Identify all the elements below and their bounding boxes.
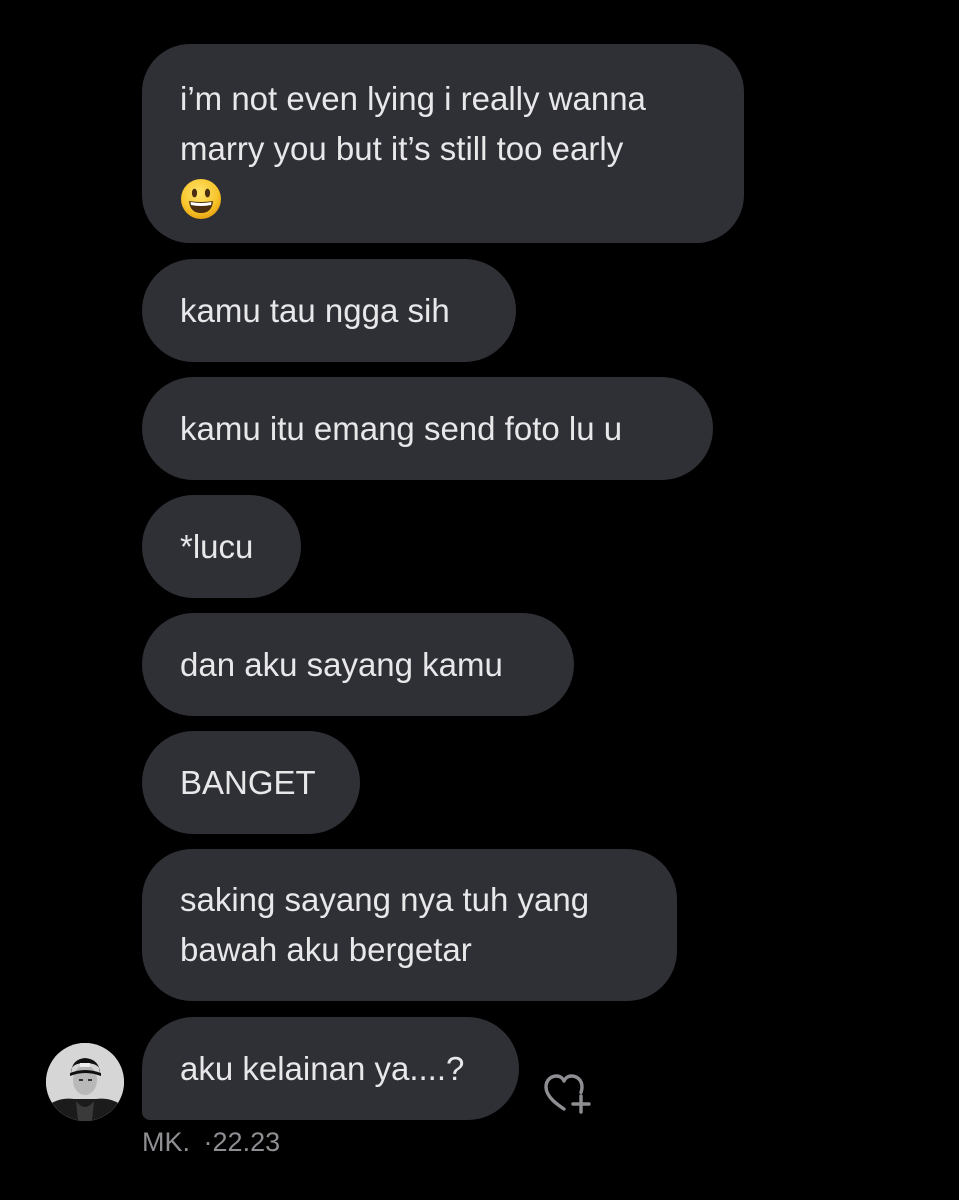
meta-separator: · (203, 1127, 213, 1157)
message-text: BANGET (180, 763, 316, 801)
message-line: marry you but it’s still too early (180, 130, 624, 167)
message-line: bawah aku bergetar (180, 931, 472, 968)
message-bubble[interactable]: kamu tau ngga sih (142, 259, 516, 362)
message-timestamp: 22.23 (212, 1127, 281, 1157)
message-bubble[interactable]: saking sayang nya tuh yang bawah aku ber… (142, 849, 677, 1001)
message-line: i’m not even lying i really wanna (180, 80, 646, 117)
message-bubble[interactable]: *lucu (142, 495, 301, 598)
message-bubble[interactable]: dan aku sayang kamu (142, 613, 574, 716)
message-text: dan aku sayang kamu (180, 645, 503, 683)
message-text: kamu itu emang send foto lu u (180, 409, 623, 447)
message-bubble[interactable]: kamu itu emang send foto lu u (142, 377, 713, 480)
message-text: kamu tau ngga sih (180, 291, 450, 329)
avatar[interactable] (46, 1043, 124, 1121)
grinning-face-icon (180, 178, 222, 220)
message-meta: MK. ·22.23 (142, 1127, 280, 1158)
sender-name: MK. (142, 1127, 191, 1157)
message-bubble[interactable]: i’m not even lying i really wanna marry … (142, 44, 744, 243)
message-bubble[interactable]: aku kelainan ya....? (142, 1017, 519, 1120)
heart-plus-icon[interactable] (540, 1068, 594, 1116)
message-bubble[interactable]: BANGET (142, 731, 360, 834)
message-line: saking sayang nya tuh yang (180, 881, 590, 918)
dm-conversation: i’m not even lying i really wanna marry … (0, 0, 959, 1200)
message-text: aku kelainan ya....? (180, 1049, 465, 1087)
message-text: *lucu (180, 527, 254, 565)
profile-photo (46, 1043, 124, 1121)
